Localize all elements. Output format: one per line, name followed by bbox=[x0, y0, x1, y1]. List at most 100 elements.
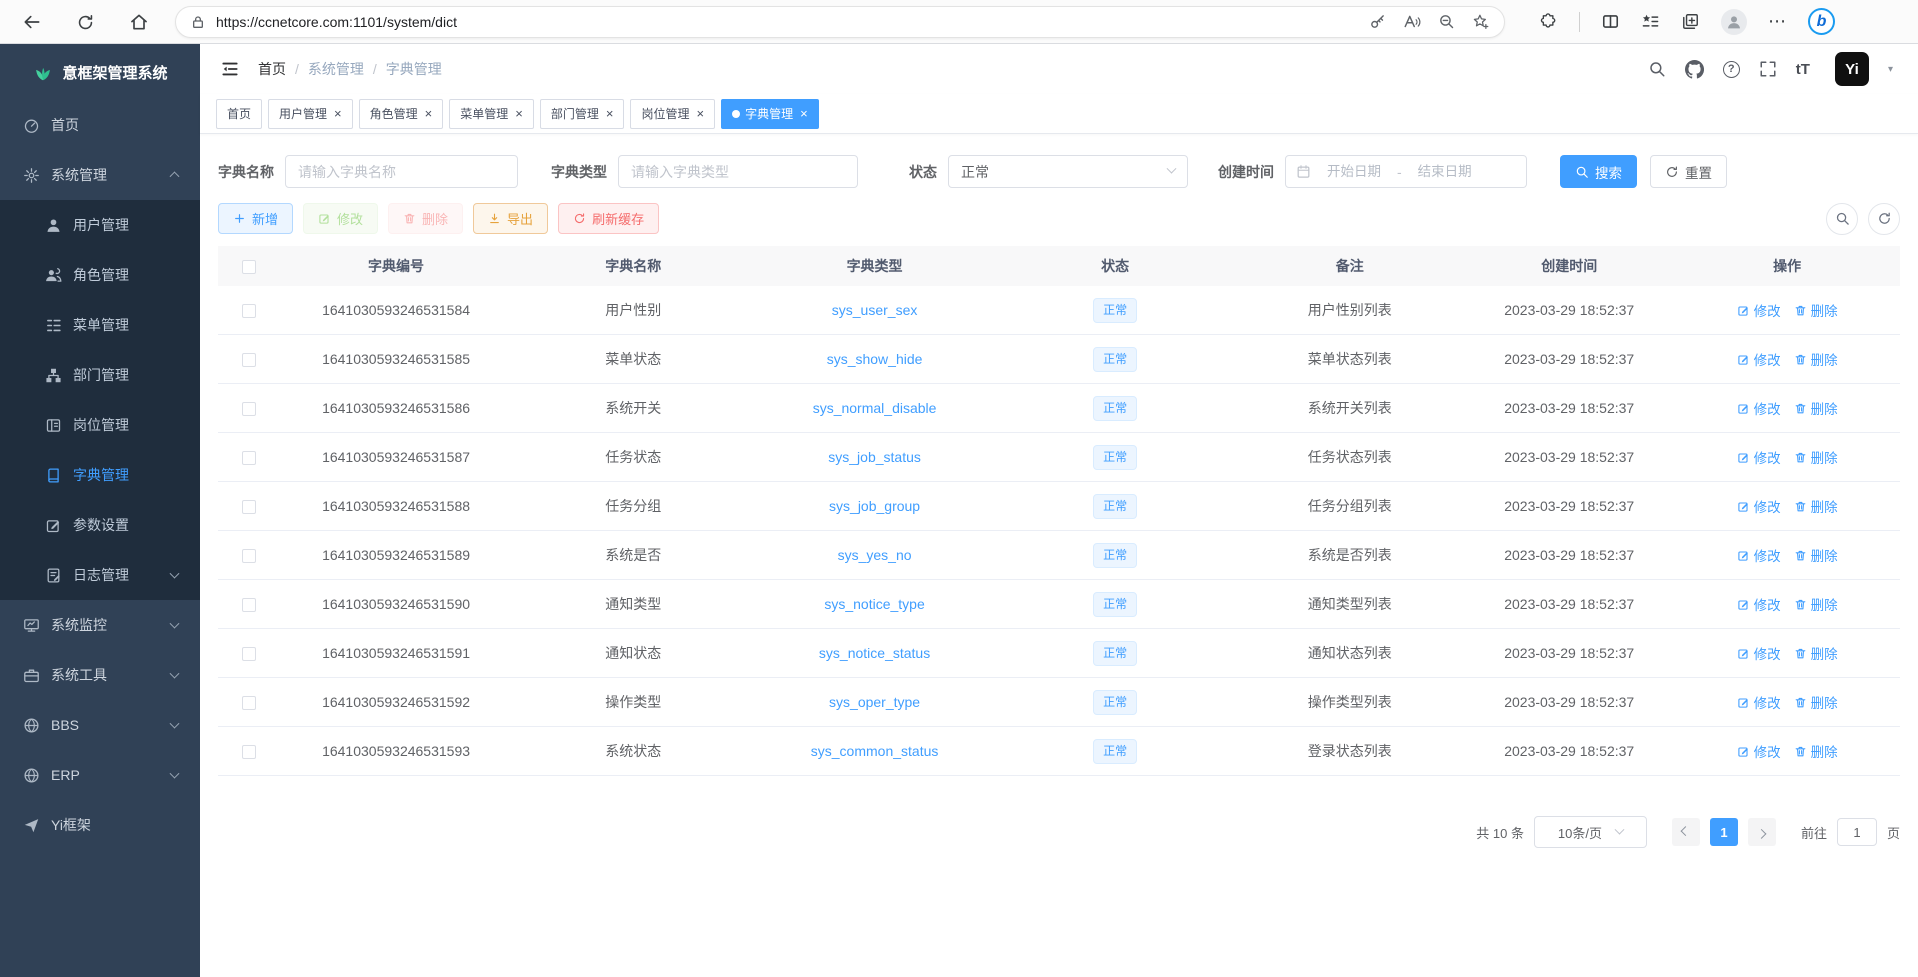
font-size-icon[interactable]: tT bbox=[1796, 61, 1810, 78]
url-input[interactable] bbox=[216, 14, 1359, 30]
dict-name-input[interactable] bbox=[285, 155, 518, 188]
delete-button[interactable]: 删除 bbox=[388, 203, 463, 234]
close-icon[interactable]: × bbox=[800, 107, 808, 120]
row-checkbox[interactable] bbox=[242, 353, 256, 367]
edit-button[interactable]: 修改 bbox=[303, 203, 378, 234]
row-delete-link[interactable]: 删除 bbox=[1794, 349, 1838, 369]
browser-back-button[interactable] bbox=[22, 11, 42, 32]
dict-type-link[interactable]: sys_oper_type bbox=[754, 694, 995, 710]
zoom-out-icon[interactable] bbox=[1438, 13, 1455, 30]
app-logo[interactable]: 意框架管理系统 bbox=[0, 44, 200, 100]
row-checkbox[interactable] bbox=[242, 745, 256, 759]
toggle-search-button[interactable] bbox=[1826, 203, 1858, 235]
close-icon[interactable]: × bbox=[696, 107, 704, 120]
collections-icon[interactable] bbox=[1681, 12, 1700, 31]
row-delete-link[interactable]: 删除 bbox=[1794, 643, 1838, 663]
browser-menu-icon[interactable]: ⋯ bbox=[1768, 11, 1787, 32]
favorites-icon[interactable] bbox=[1641, 12, 1660, 31]
reset-button[interactable]: 重置 bbox=[1650, 155, 1727, 188]
row-delete-link[interactable]: 删除 bbox=[1794, 496, 1838, 516]
dict-type-link[interactable]: sys_notice_type bbox=[754, 596, 995, 612]
row-edit-link[interactable]: 修改 bbox=[1737, 643, 1781, 663]
row-checkbox[interactable] bbox=[242, 500, 256, 514]
page-size-select[interactable]: 10条/页 bbox=[1534, 816, 1647, 848]
next-page-button[interactable] bbox=[1748, 818, 1776, 846]
close-icon[interactable]: × bbox=[334, 107, 342, 120]
tab[interactable]: 岗位管理 × bbox=[630, 99, 715, 129]
sidebar-item[interactable]: 系统监控 bbox=[0, 600, 200, 650]
row-checkbox[interactable] bbox=[242, 304, 256, 318]
row-delete-link[interactable]: 删除 bbox=[1794, 594, 1838, 614]
end-date-input[interactable] bbox=[1408, 164, 1482, 179]
row-delete-link[interactable]: 删除 bbox=[1794, 692, 1838, 712]
row-checkbox[interactable] bbox=[242, 647, 256, 661]
sidebar-item[interactable]: 首页 bbox=[0, 100, 200, 150]
row-edit-link[interactable]: 修改 bbox=[1737, 300, 1781, 320]
sidebar-item[interactable]: ERP bbox=[0, 750, 200, 800]
tab[interactable]: 部门管理 × bbox=[540, 99, 625, 129]
row-edit-link[interactable]: 修改 bbox=[1737, 349, 1781, 369]
row-checkbox[interactable] bbox=[242, 696, 256, 710]
sidebar-item[interactable]: 日志管理 bbox=[0, 550, 200, 600]
dict-type-link[interactable]: sys_common_status bbox=[754, 743, 995, 759]
row-checkbox[interactable] bbox=[242, 549, 256, 563]
status-select[interactable]: 正常 bbox=[948, 155, 1188, 188]
browser-profile-avatar[interactable] bbox=[1721, 9, 1747, 35]
row-checkbox[interactable] bbox=[242, 451, 256, 465]
sidebar-fold-icon[interactable] bbox=[220, 59, 240, 79]
row-edit-link[interactable]: 修改 bbox=[1737, 741, 1781, 761]
dict-type-link[interactable]: sys_yes_no bbox=[754, 547, 995, 563]
sidebar-item[interactable]: 用户管理 bbox=[0, 200, 200, 250]
row-edit-link[interactable]: 修改 bbox=[1737, 496, 1781, 516]
split-screen-icon[interactable] bbox=[1601, 12, 1620, 31]
add-button[interactable]: 新增 bbox=[218, 203, 293, 234]
sidebar-item[interactable]: 系统管理 bbox=[0, 150, 200, 200]
github-icon[interactable] bbox=[1685, 60, 1704, 79]
sidebar-item[interactable]: 系统工具 bbox=[0, 650, 200, 700]
browser-home-button[interactable] bbox=[129, 11, 149, 32]
dict-type-link[interactable]: sys_normal_disable bbox=[754, 400, 995, 416]
tab[interactable]: 菜单管理 × bbox=[449, 99, 534, 129]
sidebar-item[interactable]: 参数设置 bbox=[0, 500, 200, 550]
close-icon[interactable]: × bbox=[606, 107, 614, 120]
row-edit-link[interactable]: 修改 bbox=[1737, 692, 1781, 712]
row-delete-link[interactable]: 删除 bbox=[1794, 545, 1838, 565]
row-delete-link[interactable]: 删除 bbox=[1794, 447, 1838, 467]
address-bar[interactable] bbox=[175, 6, 1505, 38]
close-icon[interactable]: × bbox=[515, 107, 523, 120]
copilot-icon[interactable]: b bbox=[1808, 8, 1835, 35]
prev-page-button[interactable] bbox=[1672, 818, 1700, 846]
breadcrumb-item[interactable]: 字典管理 bbox=[364, 59, 442, 79]
extensions-icon[interactable] bbox=[1539, 12, 1558, 31]
row-delete-link[interactable]: 删除 bbox=[1794, 741, 1838, 761]
row-edit-link[interactable]: 修改 bbox=[1737, 594, 1781, 614]
row-checkbox[interactable] bbox=[242, 402, 256, 416]
search-icon[interactable] bbox=[1648, 60, 1666, 78]
password-key-icon[interactable] bbox=[1369, 13, 1386, 30]
close-icon[interactable]: × bbox=[425, 107, 433, 120]
help-icon[interactable]: ? bbox=[1723, 61, 1740, 78]
tab[interactable]: 用户管理 × bbox=[268, 99, 353, 129]
read-aloud-icon[interactable] bbox=[1403, 13, 1421, 31]
dict-type-link[interactable]: sys_user_sex bbox=[754, 302, 995, 318]
browser-refresh-button[interactable] bbox=[76, 11, 95, 31]
dict-type-input[interactable] bbox=[618, 155, 858, 188]
tab[interactable]: 首页 bbox=[216, 99, 262, 129]
select-all-checkbox[interactable] bbox=[242, 260, 256, 274]
current-page-button[interactable]: 1 bbox=[1710, 818, 1738, 846]
refresh-cache-button[interactable]: 刷新缓存 bbox=[558, 203, 659, 234]
user-caret-icon[interactable]: ▾ bbox=[1888, 64, 1893, 75]
export-button[interactable]: 导出 bbox=[473, 203, 548, 234]
date-range-picker[interactable]: - bbox=[1285, 155, 1527, 188]
sidebar-item[interactable]: 部门管理 bbox=[0, 350, 200, 400]
refresh-table-button[interactable] bbox=[1868, 203, 1900, 235]
row-edit-link[interactable]: 修改 bbox=[1737, 545, 1781, 565]
sidebar-item[interactable]: 角色管理 bbox=[0, 250, 200, 300]
row-checkbox[interactable] bbox=[242, 598, 256, 612]
sidebar-item[interactable]: 菜单管理 bbox=[0, 300, 200, 350]
row-edit-link[interactable]: 修改 bbox=[1737, 447, 1781, 467]
sidebar-item[interactable]: 岗位管理 bbox=[0, 400, 200, 450]
goto-page-input[interactable] bbox=[1837, 818, 1877, 846]
sidebar-item[interactable]: 字典管理 bbox=[0, 450, 200, 500]
row-edit-link[interactable]: 修改 bbox=[1737, 398, 1781, 418]
